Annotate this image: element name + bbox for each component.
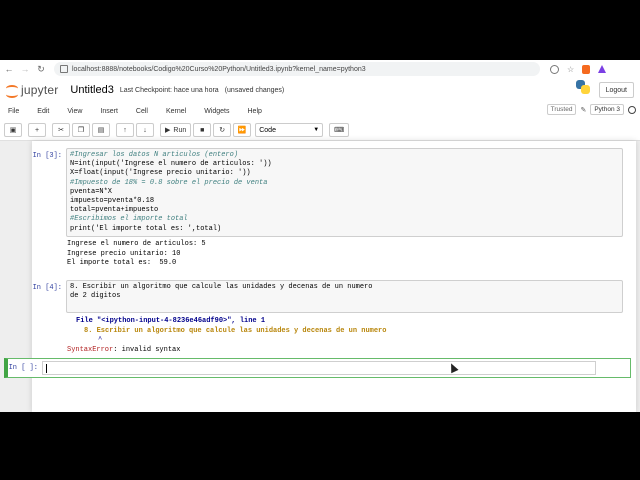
kernel-indicator[interactable]: Python 3 xyxy=(590,104,624,115)
menu-cell[interactable]: Cell xyxy=(136,108,148,115)
notebook-area: In [3]: #Ingresar los datos N articulos … xyxy=(0,141,640,412)
paste-icon[interactable]: ▤ xyxy=(92,123,110,137)
menu-insert[interactable]: Insert xyxy=(100,108,118,115)
cell-prompt: In [ ]: xyxy=(8,364,38,372)
menu-edit[interactable]: Edit xyxy=(37,108,49,115)
output-line: El importe total es: 59.0 xyxy=(67,259,177,267)
menu-view[interactable]: View xyxy=(67,108,82,115)
menu-help[interactable]: Help xyxy=(248,108,262,115)
menu-file[interactable]: File xyxy=(8,108,19,115)
insert-cell-icon[interactable]: + xyxy=(28,123,46,137)
restart-run-all-icon[interactable]: ⏩ xyxy=(233,123,252,137)
browser-address-bar: ← → ↻ localhost:8888/notebooks/Codigo%20… xyxy=(0,60,640,79)
output-line: Ingrese precio unitario: 10 xyxy=(67,249,181,258)
star-icon[interactable]: ☆ xyxy=(567,65,574,74)
active-code-cell[interactable]: In [ ]: xyxy=(4,358,631,378)
code-line: impuesto=pventa*0.18 xyxy=(70,197,155,206)
cell-type-select[interactable]: Code ▼ xyxy=(255,123,324,137)
unsaved-status: (unsaved changes) xyxy=(224,86,285,94)
menu-kernel[interactable]: Kernel xyxy=(166,108,186,115)
error-file-line: File "<ipython-input-4-8236e46adf90>", l… xyxy=(76,317,266,325)
code-line: #Ingresar los datos N articulos (entero) xyxy=(70,151,239,159)
kernel-status-icon xyxy=(628,105,636,114)
cell-error-output: File "<ipython-input-4-8236e46adf90>", l… xyxy=(67,317,386,355)
trusted-indicator[interactable]: Trusted xyxy=(546,104,577,115)
cell-input[interactable]: 8. Escribir un algoritmo que calcule las… xyxy=(66,280,623,313)
logout-button[interactable]: Logout xyxy=(598,82,634,98)
menu-widgets[interactable]: Widgets xyxy=(204,108,229,115)
code-line: pventa=N*X xyxy=(70,187,113,196)
zoom-icon[interactable] xyxy=(550,64,559,74)
cell-input[interactable] xyxy=(42,361,596,375)
run-label: Run xyxy=(173,126,187,134)
cut-icon[interactable]: ✂ xyxy=(52,123,70,137)
text-caret xyxy=(46,364,47,373)
menubar: File Edit View Insert Cell Kernel Widget… xyxy=(0,102,640,120)
python-logo-icon xyxy=(576,80,590,94)
run-button[interactable]: ▶ Run xyxy=(160,123,192,137)
cell-output: Ingrese el numero de articulos: 5 Ingres… xyxy=(67,240,206,269)
error-source-line: 8. Escribir un algoritmo que calcule las… xyxy=(84,326,387,335)
cell-input[interactable]: #Ingresar los datos N articulos (entero)… xyxy=(66,148,623,237)
notebook-page: In [3]: #Ingresar los datos N articulos … xyxy=(4,141,636,412)
notebook-toolbar: ▣ + ✂ ❐ ▤ ↑ ↓ ▶ Run ■ ↻ ⏩ Code ▼ ⌨ xyxy=(0,120,640,141)
code-line: #Escribimos el importe total xyxy=(70,215,188,224)
command-palette-icon[interactable]: ⌨ xyxy=(329,123,350,137)
copy-icon[interactable]: ❐ xyxy=(72,123,90,137)
brave-shield-icon[interactable] xyxy=(582,64,591,74)
code-line: 8. Escribir un algoritmo que calcule las… xyxy=(70,283,373,291)
checkpoint-status: Last Checkpoint: hace una hora xyxy=(119,86,219,94)
jupyter-logo-icon xyxy=(6,84,19,98)
error-message: : invalid syntax xyxy=(113,345,181,354)
move-up-icon[interactable]: ↑ xyxy=(116,123,134,137)
code-line: total=pventa+impuesto xyxy=(70,206,159,215)
url-text: localhost:8888/notebooks/Codigo%20Curso%… xyxy=(72,65,366,73)
code-line: #Impuesto de 18% = 0.8 sobre el precio d… xyxy=(70,178,268,187)
cell-type-value: Code xyxy=(259,126,276,134)
jupyter-header: jupyter Untitled3 Last Checkpoint: hace … xyxy=(0,78,640,102)
edit-mode-icon: ✎ xyxy=(580,106,587,114)
reload-icon[interactable]: ↻ xyxy=(34,62,48,76)
browser-frame: ← → ↻ localhost:8888/notebooks/Codigo%20… xyxy=(0,60,640,412)
brave-rewards-icon[interactable] xyxy=(598,65,607,73)
cell-prompt: In [4]: xyxy=(32,284,62,292)
back-icon[interactable]: ← xyxy=(2,62,16,76)
info-icon[interactable] xyxy=(60,65,68,73)
error-caret: ^ xyxy=(98,336,103,344)
code-cell[interactable]: In [4]: 8. Escribir un algoritmo que cal… xyxy=(32,280,636,360)
notebook-title[interactable]: Untitled3 xyxy=(70,84,113,96)
code-line: X=float(input('Ingrese precio unitario: … xyxy=(70,169,251,178)
restart-icon[interactable]: ↻ xyxy=(213,123,232,137)
code-line: print('El importe total es: ',total) xyxy=(70,224,222,233)
error-name: SyntaxError xyxy=(67,345,114,354)
code-cell[interactable]: In [3]: #Ingresar los datos N articulos … xyxy=(32,148,636,268)
jupyter-logo[interactable]: jupyter xyxy=(6,83,59,98)
save-icon[interactable]: ▣ xyxy=(4,123,22,137)
run-icon: ▶ xyxy=(165,127,171,134)
forward-icon[interactable]: → xyxy=(18,62,32,76)
move-down-icon[interactable]: ↓ xyxy=(136,123,154,137)
output-line: Ingrese el numero de articulos: 5 xyxy=(67,240,206,248)
interrupt-icon[interactable]: ■ xyxy=(193,123,212,137)
code-line: de 2 digitos xyxy=(70,292,121,301)
cell-prompt: In [3]: xyxy=(32,152,62,160)
chevron-down-icon: ▼ xyxy=(313,127,320,133)
code-line: N=int(input('Ingrese el numero de articu… xyxy=(70,160,272,169)
jupyter-logo-text: jupyter xyxy=(21,83,59,97)
url-field[interactable]: localhost:8888/notebooks/Codigo%20Curso%… xyxy=(54,62,540,76)
